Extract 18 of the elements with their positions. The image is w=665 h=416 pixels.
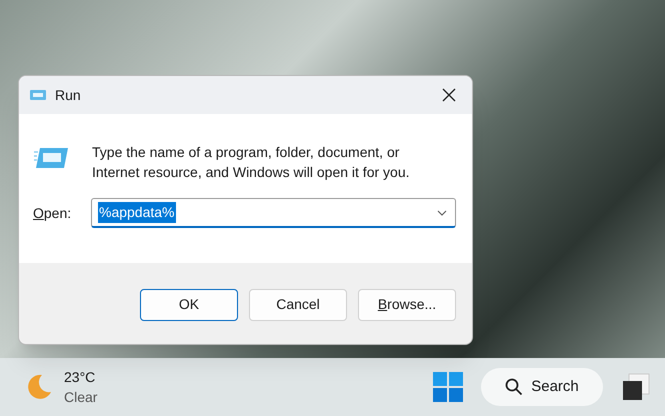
dialog-button[interactable]: Browse... (358, 288, 456, 320)
weather-temperature[interactable]: 23°C (64, 367, 98, 387)
close-icon (442, 88, 456, 102)
open-field-value: %appdata% (98, 202, 176, 223)
search-icon (505, 378, 524, 396)
dialog-button[interactable]: Cancel (249, 288, 347, 320)
dialog-message: Type the name of a program, folder, document, or Internet resource, and Windows will open it for you. (92, 143, 410, 182)
task-view-icon[interactable] (621, 372, 651, 402)
open-label: Open: (33, 204, 72, 223)
dialog-button[interactable]: OK (140, 288, 238, 320)
taskbar-search-button[interactable]: Search (481, 368, 603, 406)
weather-condition[interactable]: Clear (64, 387, 98, 407)
open-combo-box[interactable]: %appdata% (91, 198, 456, 228)
run-program-icon (34, 146, 70, 170)
windows-logo-icon[interactable] (433, 372, 463, 402)
run-app-icon (29, 89, 47, 101)
window-title: Run (55, 86, 81, 104)
dropdown-caret-icon[interactable] (437, 210, 447, 216)
